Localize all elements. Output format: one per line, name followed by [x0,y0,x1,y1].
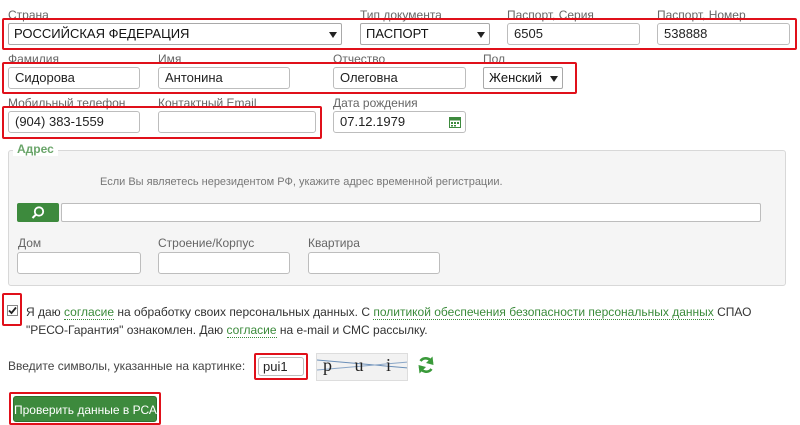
search-icon [31,206,45,219]
birth-date-label: Дата рождения [333,96,418,110]
doc-type-select[interactable]: ПАСПОРТ [360,23,490,45]
address-hint: Если Вы являетесь нерезидентом РФ, укажи… [100,176,503,188]
email-input[interactable] [158,111,316,133]
captcha-image: p u i 1 [316,353,408,381]
consent-text-2: на обработку своих персональных данных. … [114,305,374,319]
doc-type-label: Тип документа [360,8,442,22]
number-label: Паспорт, Номер [657,8,746,22]
middle-name-label: Отчество [333,52,386,66]
privacy-policy-link[interactable]: политикой обеспечения безопасности персо… [373,305,714,320]
house-input[interactable] [17,252,141,274]
captcha-input[interactable]: pui1 [258,357,304,376]
gender-select-value: Женский [489,70,542,85]
submit-button[interactable]: Проверить данные в РСА [13,396,157,422]
refresh-icon[interactable] [416,355,436,375]
chevron-down-icon [550,76,558,82]
passport-series-input[interactable]: 6505 [507,23,640,45]
consent-text: Я даю согласие на обработку своих персон… [26,303,791,339]
chevron-down-icon [477,32,485,38]
country-label: Страна [8,8,49,22]
chevron-down-icon [329,32,337,38]
building-label: Строение/Корпус [158,236,255,250]
last-name-label: Фамилия [8,52,59,66]
country-select[interactable]: РОССИЙСКАЯ ФЕДЕРАЦИЯ [8,23,342,45]
apartment-input[interactable] [308,252,440,274]
phone-input[interactable]: (904) 383-1559 [8,111,140,133]
consent-text-4: на e-mail и СМС рассылку. [276,323,428,337]
consent-checkbox[interactable] [7,305,18,316]
birth-date-input[interactable]: 07.12.1979 [333,111,466,133]
passport-number-input[interactable]: 538888 [657,23,790,45]
building-input[interactable] [158,252,290,274]
calendar-icon[interactable] [449,116,461,128]
consent-link[interactable]: согласие [64,305,114,320]
captcha-image-text: p u i 1 [323,355,401,380]
gender-select[interactable]: Женский [483,67,563,89]
captcha-label: Введите символы, указанные на картинке: [8,359,246,373]
middle-name-input[interactable]: Олеговна [333,67,466,89]
house-label: Дом [18,236,42,250]
series-label: Паспорт, Серия [507,8,594,22]
birth-date-value: 07.12.1979 [340,114,406,129]
email-label: Контактный Email [158,96,257,110]
last-name-input[interactable]: Сидорова [8,67,140,89]
first-name-label: Имя [158,52,182,66]
address-search-button[interactable] [17,203,59,222]
doc-type-select-value: ПАСПОРТ [366,26,429,41]
first-name-input[interactable]: Антонина [158,67,290,89]
mailing-consent-link[interactable]: согласие [226,323,277,338]
phone-label: Мобильный телефон [8,96,126,110]
country-select-value: РОССИЙСКАЯ ФЕДЕРАЦИЯ [14,26,190,41]
consent-text-1: Я даю [26,305,65,319]
gender-label: Пол [483,52,506,66]
apartment-label: Квартира [308,236,360,250]
checkmark-icon [8,306,17,315]
address-legend: Адрес [13,142,58,156]
address-search-input[interactable] [61,203,761,222]
